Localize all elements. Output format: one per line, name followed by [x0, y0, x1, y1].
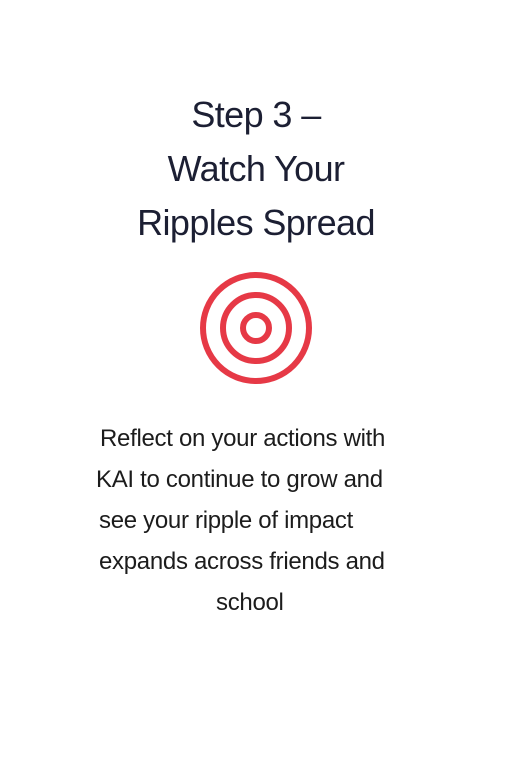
step-description-line-1: Reflect on your actions with [100, 425, 386, 452]
step-title-line-2: Watch Your [167, 148, 345, 189]
ripple-middle-ring [220, 292, 292, 364]
step-description-line-4: expands across friends and [99, 548, 385, 575]
step-title: Step 3 – Watch Your Ripples Spread [0, 88, 512, 250]
ripple-inner-ring [240, 312, 272, 344]
concentric-ripple-icon [200, 272, 312, 384]
step-description-line-5: school [216, 589, 284, 616]
onboarding-step-screen: Step 3 – Watch Your Ripples Spread Refle… [0, 0, 512, 767]
step-title-line-3: Ripples Spread [137, 202, 375, 243]
step-description: Reflect on your actions with KAI to cont… [90, 418, 426, 623]
ripple-outer-ring [200, 272, 312, 384]
step-description-line-2: KAI to continue to grow and [96, 466, 383, 493]
step-title-line-1: Step 3 – [191, 94, 321, 135]
step-description-line-3: see your ripple of impact [99, 507, 353, 534]
